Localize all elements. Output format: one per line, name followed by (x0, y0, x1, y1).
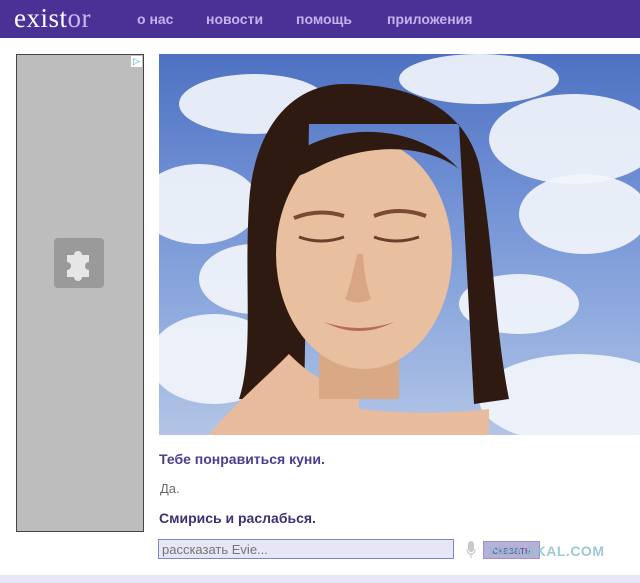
avatar-image (159, 54, 640, 435)
nav-news[interactable]: новости (206, 11, 263, 27)
nav-help[interactable]: помощь (296, 11, 352, 27)
nav-about[interactable]: о нас (137, 11, 173, 27)
nav-apps[interactable]: приложения (387, 11, 472, 27)
chat-input[interactable] (158, 539, 454, 559)
bot-reply: Смирись и раслабься. (159, 510, 316, 526)
bottom-bar (0, 575, 640, 583)
microphone-icon[interactable] (466, 541, 476, 559)
ad-banner[interactable]: ▷ (16, 54, 144, 532)
logo-part1: exist (14, 3, 68, 33)
watermark: YAPLAKAL.COM (487, 543, 605, 559)
logo-part2: or (67, 3, 91, 33)
adchoices-icon[interactable]: ▷ (131, 56, 142, 67)
user-reply: Да. (160, 481, 180, 496)
bot-message: Тебе понравиться куни. (159, 451, 325, 467)
plugin-puzzle-icon (54, 238, 104, 288)
logo[interactable]: existor (14, 3, 91, 34)
top-nav-bar: existor о нас новости помощь приложения (0, 0, 640, 38)
